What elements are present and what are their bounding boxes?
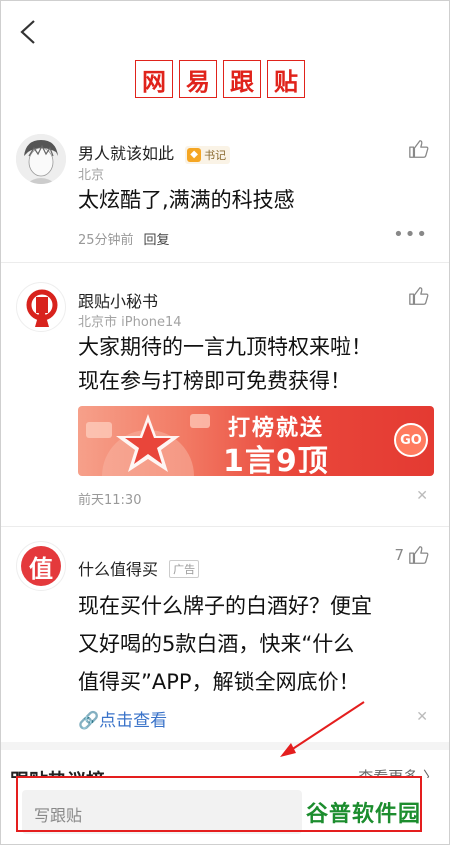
reply-button[interactable]: 回复: [144, 233, 170, 248]
username[interactable]: 跟贴小秘书: [78, 288, 158, 312]
close-icon[interactable]: ✕: [416, 709, 428, 725]
close-icon[interactable]: ✕: [416, 488, 428, 504]
divider: [0, 526, 450, 527]
banner-text: 1言9顶: [223, 444, 329, 476]
smzdm-logo-icon: 值: [21, 546, 61, 586]
thumbs-up-icon: [409, 546, 429, 564]
secretary-avatar-icon: [26, 289, 58, 327]
go-button[interactable]: GO: [394, 423, 428, 457]
chevron-left-icon: [20, 20, 35, 44]
comment-text: 太炫酷了,满满的科技感: [78, 188, 295, 212]
link-icon: 🔗: [78, 711, 100, 731]
timestamp: 25分钟前: [78, 233, 134, 248]
location: 北京: [78, 168, 105, 183]
rank-badge: ◆ 书记: [185, 145, 231, 164]
username[interactable]: 男人就该如此: [78, 144, 174, 163]
like-button[interactable]: [408, 138, 430, 160]
avatar[interactable]: 值: [16, 541, 66, 591]
logo-char: 易: [179, 60, 217, 98]
view-link[interactable]: 🔗点击查看: [78, 706, 167, 731]
username[interactable]: 什么值得买: [78, 560, 158, 579]
netease-comment-logo: 网 易 跟 贴: [135, 60, 305, 98]
section-divider: [0, 742, 450, 750]
comment-text-line: 大家期待的一言九顶特权来啦！: [78, 335, 372, 359]
logo-char: 跟: [223, 60, 261, 98]
avatar[interactable]: [16, 282, 66, 332]
user-avatar-icon: [16, 134, 66, 184]
avatar[interactable]: [16, 134, 66, 184]
comment-text-line: 现在买什么牌子的白酒好？便宜: [78, 594, 372, 618]
star-trophy-icon: [86, 414, 210, 476]
link-label: 点击查看: [99, 711, 168, 731]
badge-icon: ◆: [187, 147, 202, 162]
back-button[interactable]: [14, 16, 44, 48]
comment-text-line: 值得买”APP，解锁全网底价！: [78, 670, 360, 694]
thumbs-up-icon: [409, 287, 429, 305]
thumbs-up-icon: [409, 140, 429, 158]
timestamp: 前天11:30: [78, 493, 142, 508]
promo-banner[interactable]: 打榜就送 1言9顶 GO: [78, 406, 434, 476]
location: 北京市 iPhone14: [78, 315, 182, 330]
ad-tag: 广告: [169, 560, 200, 578]
like-count: 7: [394, 546, 404, 564]
like-button[interactable]: [408, 285, 430, 307]
divider: [0, 262, 450, 263]
more-options-icon[interactable]: •••: [393, 224, 428, 245]
logo-char: 网: [135, 60, 173, 98]
badge-label: 书记: [204, 148, 227, 162]
comment-text-line: 现在参与打榜即可免费获得！: [78, 369, 351, 393]
like-button[interactable]: 7: [394, 544, 430, 566]
logo-char: 贴: [267, 60, 305, 98]
watermark: 谷普软件园: [306, 802, 422, 827]
comment-text-line: 又好喝的5款白酒，快来“什么: [78, 632, 355, 656]
